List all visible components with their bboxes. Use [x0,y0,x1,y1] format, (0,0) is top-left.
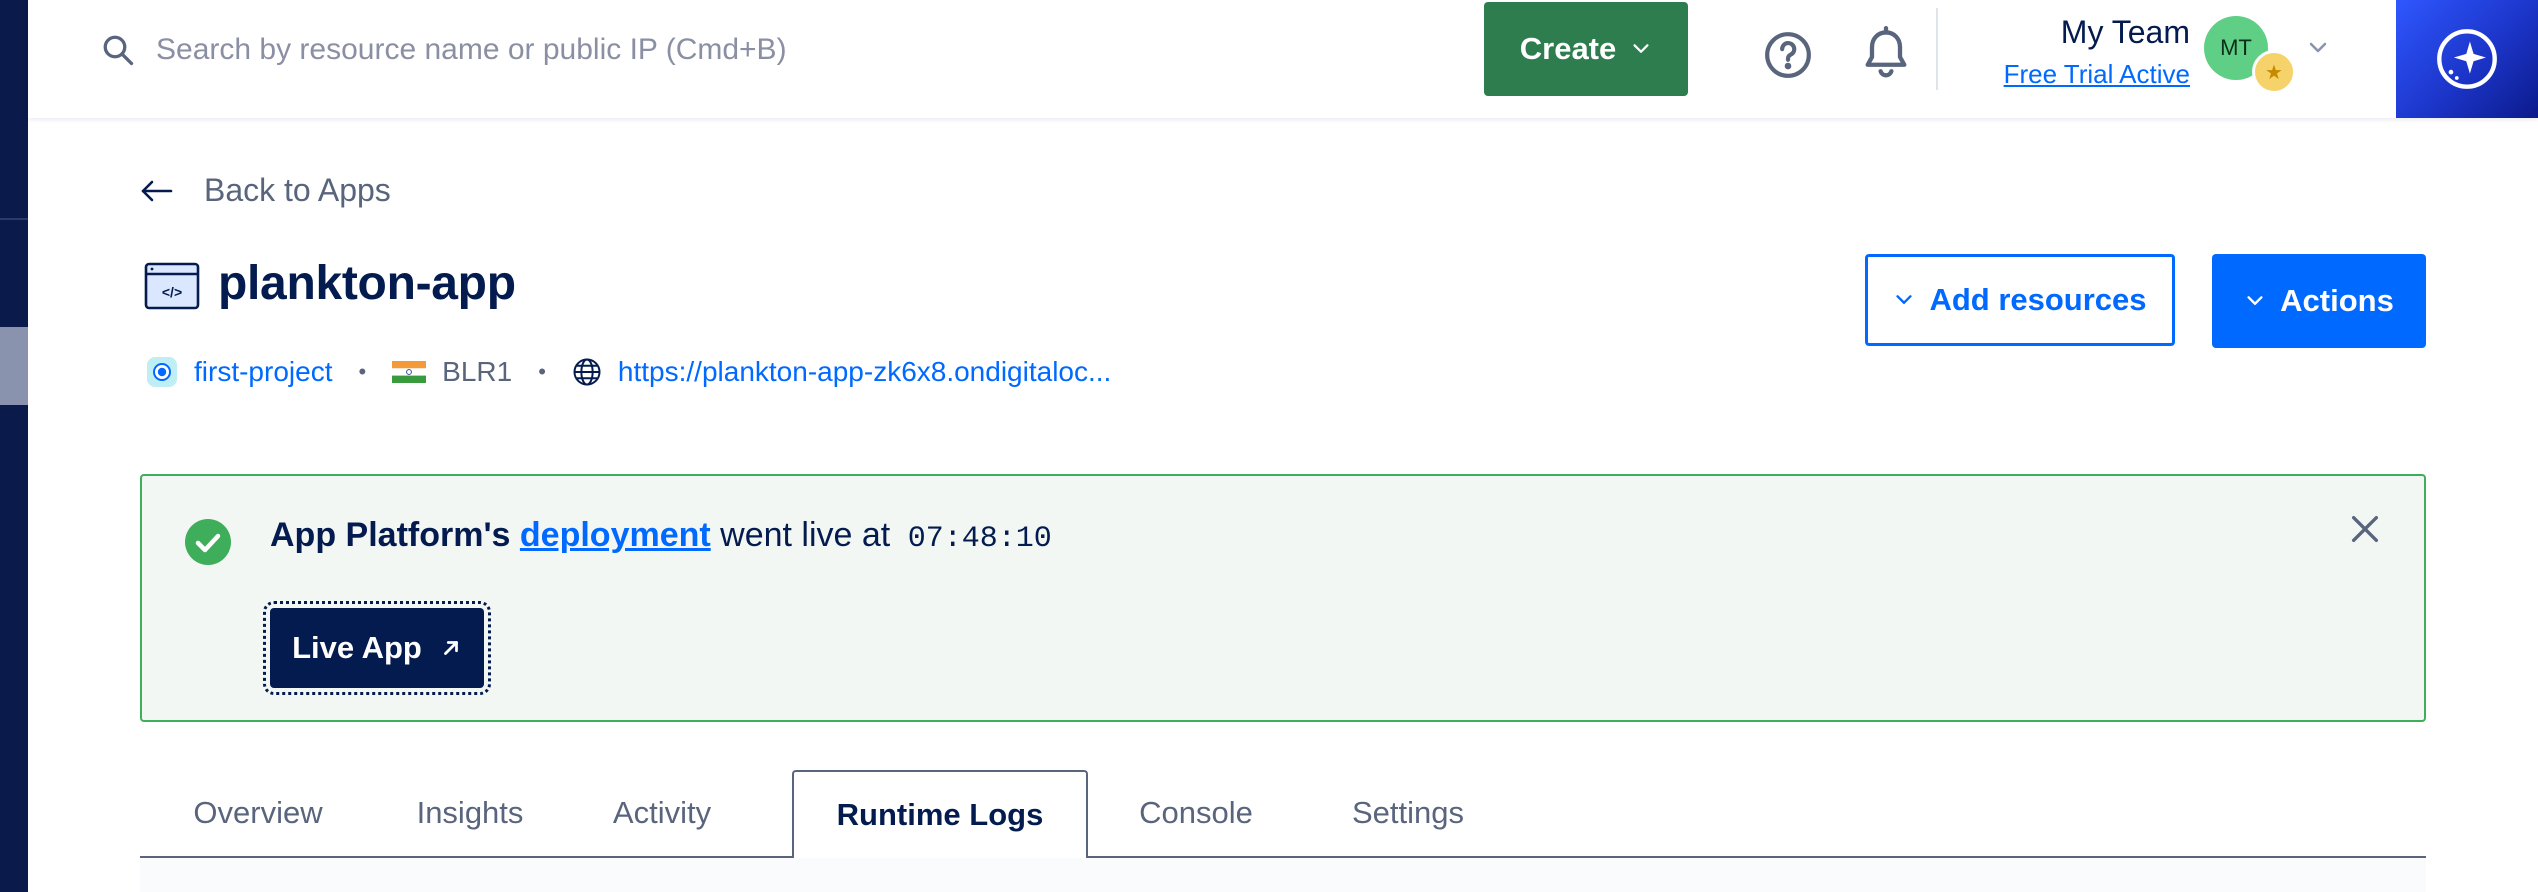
deployment-link[interactable]: deployment [520,516,711,554]
region-label: BLR1 [442,356,513,387]
project-link[interactable]: first-project [194,356,332,388]
app-url-link[interactable]: https://plankton-app-zk6x8.ondigitaloc..… [618,356,1111,388]
banner-message: App Platform's deployment went live at 0… [270,516,1052,556]
close-icon[interactable] [2348,512,2382,546]
free-trial-link[interactable]: Free Trial Active [1980,59,2190,90]
deployment-success-banner: App Platform's deployment went live at 0… [140,474,2426,722]
left-nav-rail [0,0,28,892]
help-icon[interactable] [1763,30,1813,80]
chevron-down-icon [1633,44,1649,53]
star-badge-icon: ★ [2252,50,2296,94]
project-icon [147,357,177,387]
team-switcher[interactable]: My Team Free Trial Active [1980,14,2190,90]
ai-assistant-icon [2437,29,2497,89]
india-flag-icon [392,361,427,383]
tab-activity[interactable]: Activity [564,770,760,856]
rail-active-item[interactable] [0,327,28,405]
chevron-down-icon[interactable] [2306,36,2330,60]
banner-prefix: App Platform's [270,516,511,554]
meta-separator: • [538,359,546,384]
chevron-down-icon [1896,295,1913,304]
tab-overview[interactable]: Overview [140,770,376,856]
header-divider [1936,8,1938,90]
add-resources-button[interactable]: Add resources [1865,254,2175,346]
search-icon [103,35,134,66]
back-link-label: Back to Apps [204,172,391,208]
add-resources-label: Add resources [1929,282,2147,317]
bell-icon[interactable] [1860,26,1912,82]
ai-assistant-button[interactable] [2396,0,2538,118]
search-bar[interactable] [100,28,1000,72]
rail-divider [0,218,28,220]
actions-button[interactable]: Actions [2212,254,2426,348]
back-arrow-icon [141,180,173,201]
deployment-time: 07:48:10 [907,522,1052,556]
app-tabs: Overview Insights Activity Runtime Logs … [140,770,2426,858]
tab-console[interactable]: Console [1088,770,1304,856]
live-app-label: Live App [292,630,422,665]
meta-separator: • [358,359,367,384]
avatar-initials: MT [2220,35,2252,60]
app-code-icon: </> [144,262,200,310]
app-meta-row: first-project • BLR1 • https://plankton-… [146,352,1111,392]
back-to-apps-link[interactable]: Back to Apps [140,172,391,209]
create-button-label: Create [1519,31,1617,66]
tab-content-area [140,858,2426,892]
external-arrow-icon [444,641,458,655]
tab-settings[interactable]: Settings [1304,770,1512,856]
tab-insights[interactable]: Insights [376,770,564,856]
page-title: plankton-app [218,257,516,310]
check-circle-icon [185,519,231,565]
globe-icon [573,358,601,386]
svg-text:</>: </> [162,284,182,300]
team-name: My Team [2060,14,2190,50]
actions-label: Actions [2280,283,2394,318]
search-input[interactable] [154,32,978,68]
chevron-down-icon [2247,296,2263,305]
create-button[interactable]: Create [1484,2,1688,96]
live-app-button[interactable]: Live App [263,601,491,695]
banner-suffix: went live at [720,516,891,554]
tab-runtime-logs[interactable]: Runtime Logs [792,770,1088,858]
